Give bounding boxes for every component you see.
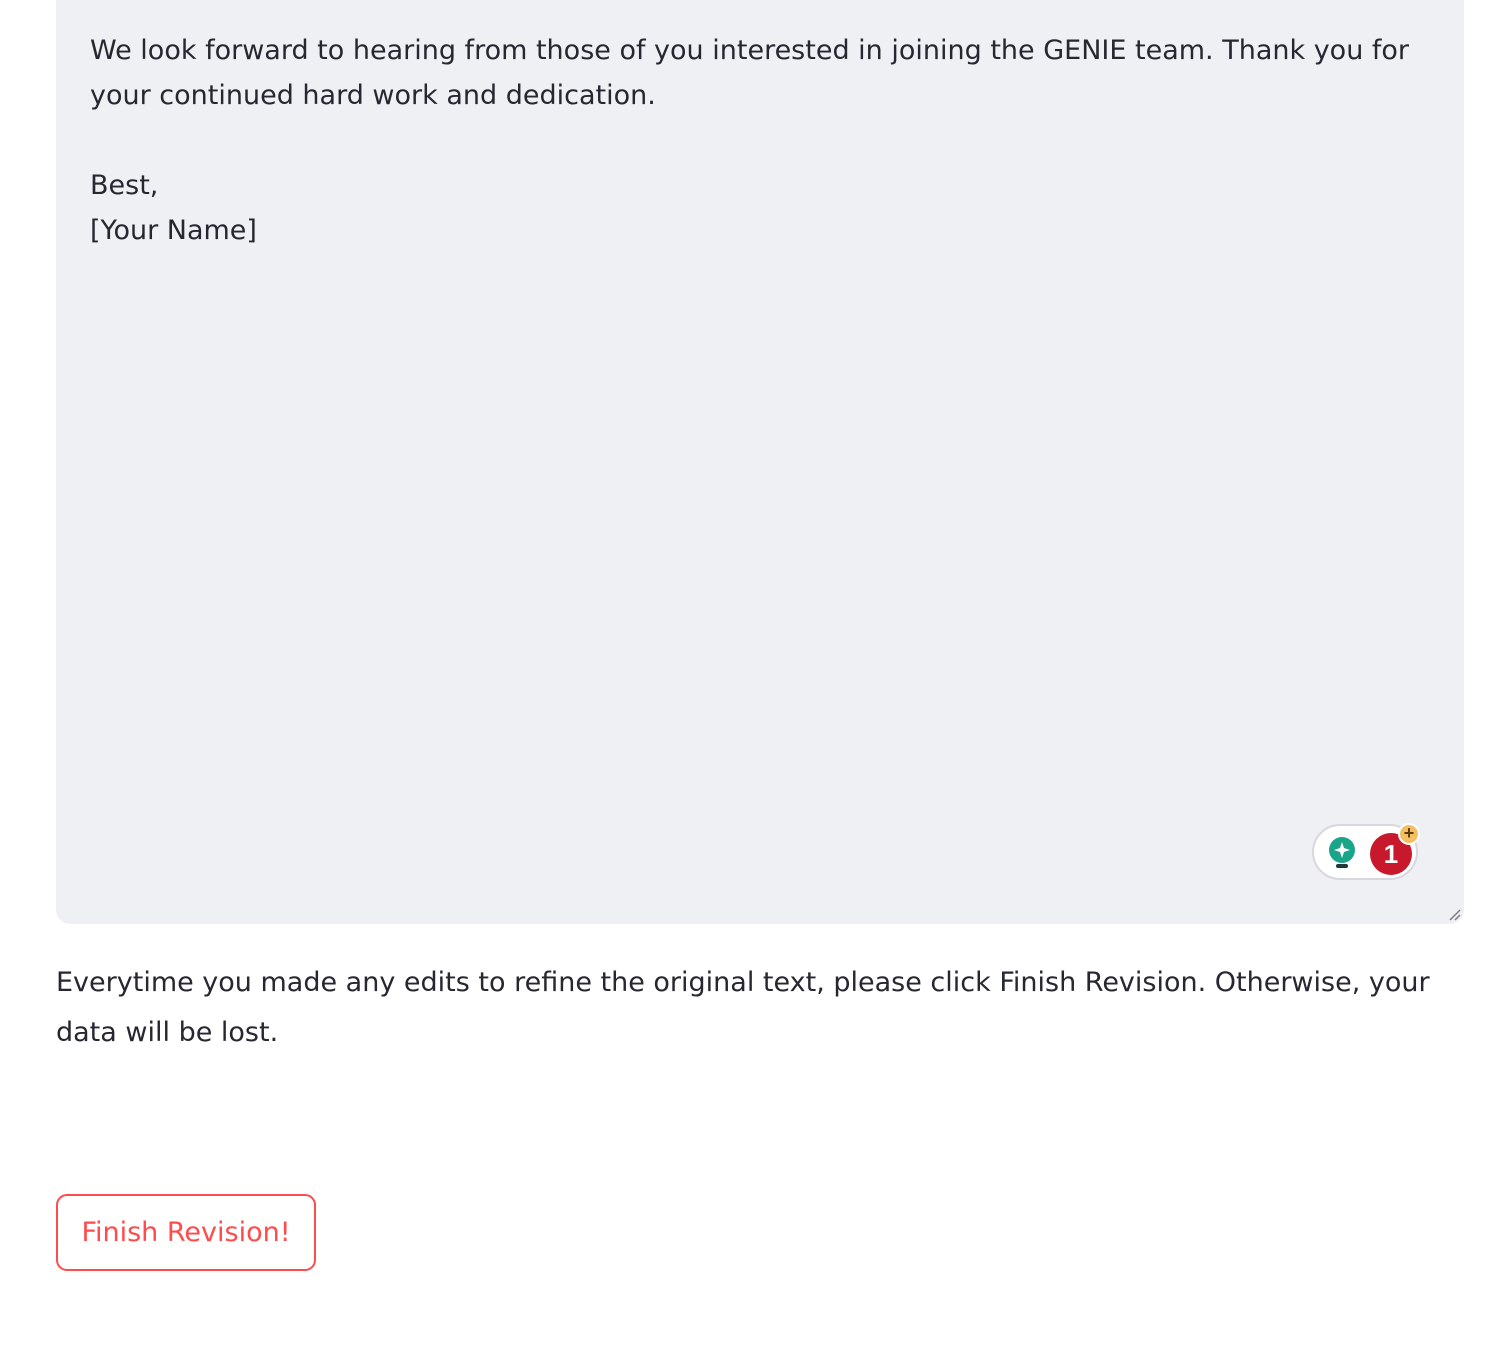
text-line: your continued hard work and dedication. — [90, 80, 656, 111]
grammar-assistant-widget[interactable]: 1 + — [1312, 823, 1420, 880]
resize-handle-icon[interactable] — [1446, 906, 1462, 922]
text-line: We look forward to hearing from those of… — [90, 35, 1410, 66]
plus-icon[interactable]: + — [1398, 823, 1420, 845]
text-line: [Your Name] — [90, 215, 257, 246]
text-line: Best, — [90, 170, 159, 201]
page: We look forward to hearing from those of… — [0, 0, 1502, 1348]
revision-notice: Everytime you made any edits to refine t… — [56, 967, 1430, 1048]
revision-text[interactable]: We look forward to hearing from those of… — [90, 28, 1420, 253]
revision-textarea[interactable]: We look forward to hearing from those of… — [56, 0, 1464, 924]
lightbulb-icon — [1329, 837, 1355, 868]
finish-revision-button[interactable]: Finish Revision! — [56, 1194, 316, 1271]
